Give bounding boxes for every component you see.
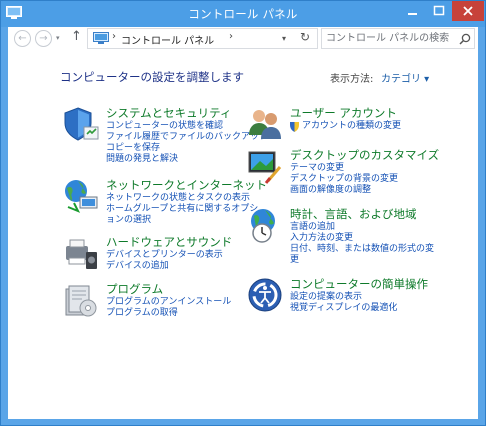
close-icon	[463, 6, 473, 16]
task-link[interactable]: 視覚ディスプレイの最適化	[290, 303, 397, 314]
task-link[interactable]: 言語の追加	[290, 222, 434, 233]
task-link[interactable]: ョンの選択	[106, 215, 258, 226]
category-links: ネットワークの状態とタスクの表示 ホームグループと共有に関するオプシ ョンの選択	[106, 193, 258, 226]
control-panel-location-icon	[93, 32, 109, 44]
category-title[interactable]: ユーザー アカウント	[290, 105, 397, 121]
task-link[interactable]: ファイル履歴でファイルのバックアップ	[106, 132, 268, 143]
category-title[interactable]: ハードウェアとサウンド	[106, 234, 232, 250]
category-links: コンピューターの状態を確認 ファイル履歴でファイルのバックアップ コピーを保存 …	[106, 121, 268, 165]
task-link[interactable]: 更	[290, 255, 434, 266]
task-link[interactable]: 日付、時刻、または数値の形式の変	[290, 244, 434, 255]
navigation-bar: ← → ▾ ↑ › コントロール パネル › ▾ ↻	[8, 27, 478, 53]
category-links: 設定の提案の表示 視覚ディスプレイの最適化	[290, 292, 397, 314]
category-links: 言語の追加 入力方法の変更 日付、時刻、または数値の形式の変 更	[290, 222, 434, 266]
ease-of-access-icon[interactable]	[246, 276, 284, 314]
task-link[interactable]: ネットワークの状態とタスクの表示	[106, 193, 258, 204]
task-link[interactable]: デバイスとプリンターの表示	[106, 250, 223, 261]
search-icon[interactable]	[459, 33, 471, 45]
programs-icon[interactable]	[62, 281, 100, 319]
category-programs: プログラム プログラムのアンインストール プログラムの取得	[62, 281, 252, 326]
task-link[interactable]: 入力方法の変更	[290, 233, 434, 244]
back-button[interactable]: ←	[14, 30, 31, 47]
category-links: テーマの変更 デスクトップの背景の変更 画面の解像度の調整	[290, 163, 398, 196]
category-ease-of-access: コンピューターの簡単操作 設定の提案の表示 視覚ディスプレイの最適化	[246, 276, 466, 321]
forward-button[interactable]: →	[35, 30, 52, 47]
recent-locations-button[interactable]: ▾	[56, 34, 60, 42]
page-title: コンピューターの設定を調整します	[60, 70, 244, 84]
task-link[interactable]: アカウントの種類の変更	[290, 121, 401, 132]
uac-shield-icon	[290, 122, 299, 132]
breadcrumb-trail-separator[interactable]: ›	[229, 31, 233, 42]
task-link[interactable]: 設定の提案の表示	[290, 292, 397, 303]
category-title[interactable]: プログラム	[106, 281, 163, 297]
category-user-accounts: ユーザー アカウント アカウントの種類の変更	[246, 105, 466, 145]
view-by-label: 表示方法:	[330, 74, 374, 85]
category-hardware-sound: ハードウェアとサウンド デバイスとプリンターの表示 デバイスの追加	[62, 234, 252, 279]
category-network-internet: ネットワークとインターネット ネットワークの状態とタスクの表示 ホームグループと…	[62, 177, 267, 232]
category-title[interactable]: ネットワークとインターネット	[106, 177, 267, 193]
breadcrumb-separator[interactable]: ›	[112, 31, 116, 42]
search-box[interactable]	[321, 28, 475, 49]
category-links: デバイスとプリンターの表示 デバイスの追加	[106, 250, 223, 272]
refresh-button[interactable]: ↻	[300, 30, 310, 44]
appearance-personalization-icon[interactable]	[246, 147, 284, 185]
task-link[interactable]: コピーを保存	[106, 143, 268, 154]
task-link[interactable]: テーマの変更	[290, 163, 398, 174]
category-links: プログラムのアンインストール プログラムの取得	[106, 297, 231, 319]
hardware-sound-icon[interactable]	[62, 234, 100, 272]
task-link[interactable]: デスクトップの背景の変更	[290, 174, 398, 185]
control-panel-window: コントロール パネル ← → ▾ ↑ › コントロール パネル › ▾ ↻ コン…	[0, 0, 486, 426]
category-appearance-personalization: デスクトップのカスタマイズ テーマの変更 デスクトップの背景の変更 画面の解像度…	[246, 147, 466, 202]
category-title[interactable]: 時計、言語、および地域	[290, 206, 417, 222]
breadcrumb[interactable]: コントロール パネル	[121, 32, 214, 47]
control-panel-content: コンピューターの設定を調整します 表示方法: カテゴリ ▾ システムとセキュリテ…	[8, 53, 478, 419]
category-title[interactable]: デスクトップのカスタマイズ	[290, 147, 439, 163]
minimize-icon	[408, 13, 417, 15]
address-bar[interactable]: › コントロール パネル › ▾ ↻	[87, 28, 318, 49]
title-bar[interactable]: コントロール パネル	[1, 1, 485, 27]
task-link[interactable]: 画面の解像度の調整	[290, 185, 398, 196]
close-button[interactable]	[452, 1, 484, 21]
task-link-label: アカウントの種類の変更	[302, 121, 402, 131]
maximize-icon	[433, 5, 445, 16]
task-link[interactable]: ホームグループと共有に関するオプシ	[106, 204, 258, 215]
search-input[interactable]	[326, 31, 452, 46]
category-system-security: システムとセキュリティ コンピューターの状態を確認 ファイル履歴でファイルのバッ…	[62, 105, 268, 175]
up-button[interactable]: ↑	[71, 29, 82, 44]
system-security-icon[interactable]	[62, 105, 100, 143]
user-accounts-icon[interactable]	[246, 105, 284, 143]
network-internet-icon[interactable]	[62, 177, 100, 215]
address-dropdown-button[interactable]: ▾	[282, 34, 286, 43]
maximize-button[interactable]	[426, 1, 453, 21]
task-link[interactable]: プログラムの取得	[106, 308, 231, 319]
task-link[interactable]: 問題の発見と解決	[106, 154, 268, 165]
minimize-button[interactable]	[399, 1, 426, 21]
category-links: アカウントの種類の変更	[290, 121, 401, 132]
clock-language-region-icon[interactable]	[246, 206, 284, 244]
category-clock-language-region: 時計、言語、および地域 言語の追加 入力方法の変更 日付、時刻、または数値の形式…	[246, 206, 466, 274]
task-link[interactable]: デバイスの追加	[106, 261, 223, 272]
category-title[interactable]: システムとセキュリティ	[106, 105, 231, 121]
task-link[interactable]: コンピューターの状態を確認	[106, 121, 268, 132]
category-title[interactable]: コンピューターの簡単操作	[290, 276, 428, 292]
task-link[interactable]: プログラムのアンインストール	[106, 297, 231, 308]
view-by-dropdown[interactable]: カテゴリ ▾	[381, 70, 429, 85]
